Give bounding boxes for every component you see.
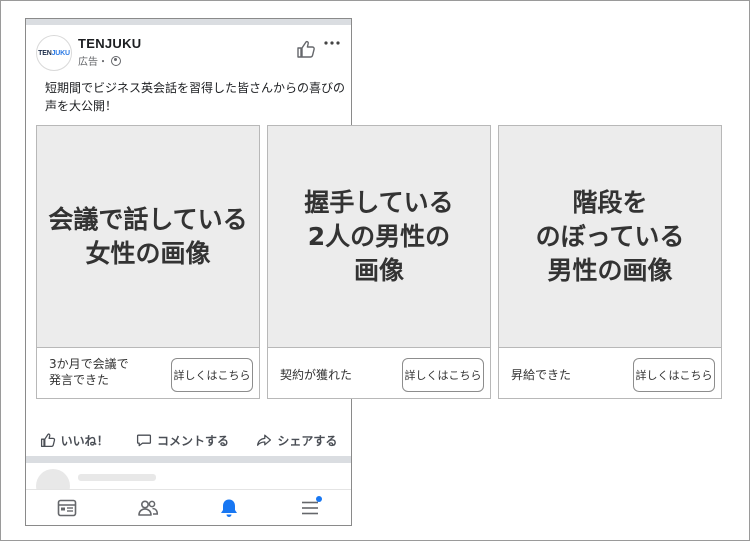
notification-dot bbox=[316, 496, 323, 502]
share-icon bbox=[257, 434, 272, 446]
globe-icon bbox=[111, 55, 121, 66]
comment-button[interactable]: コメントする bbox=[136, 432, 229, 449]
friends-icon bbox=[138, 500, 158, 516]
avatar[interactable]: TEN JUKU bbox=[36, 35, 72, 71]
nav-menu[interactable] bbox=[298, 496, 323, 520]
like-button[interactable]: いいね！ bbox=[40, 432, 109, 449]
card-image-text: 階段を のぼっている 男性の画像 bbox=[535, 187, 685, 285]
post-actions: いいね！ コメントする シェアする bbox=[26, 424, 351, 456]
brand-name[interactable]: TENJUKU bbox=[78, 36, 142, 51]
thumbs-up-icon[interactable] bbox=[296, 39, 316, 59]
top-divider bbox=[26, 19, 351, 25]
feed-divider bbox=[26, 456, 351, 463]
feed-icon bbox=[57, 499, 76, 517]
more-dots-icon[interactable] bbox=[323, 39, 341, 47]
share-button[interactable]: シェアする bbox=[256, 432, 337, 449]
bottom-nav bbox=[26, 489, 351, 525]
card-image-placeholder[interactable]: 握手している 2人の男性の 画像 bbox=[268, 126, 490, 348]
carousel-card[interactable]: 握手している 2人の男性の 画像 契約が獲れた 詳しくはこちら bbox=[267, 125, 491, 399]
learn-more-button[interactable]: 詳しくはこちら bbox=[402, 358, 484, 392]
avatar-text-a: TEN bbox=[38, 49, 52, 57]
share-label: シェアする bbox=[277, 433, 338, 448]
card-image-text: 会議で話している 女性の画像 bbox=[48, 204, 248, 268]
card-caption: 昇給できた bbox=[511, 368, 572, 382]
nav-feed[interactable] bbox=[55, 496, 79, 520]
card-caption: 契約が獲れた bbox=[280, 368, 353, 382]
nav-notifications[interactable] bbox=[217, 496, 241, 520]
learn-more-button[interactable]: 詳しくはこちら bbox=[171, 358, 253, 392]
comment-icon bbox=[136, 434, 152, 447]
sponsored-label: 広告・ bbox=[78, 57, 108, 68]
card-caption: 3か月で会議で 発言できた bbox=[49, 357, 129, 387]
bell-icon bbox=[221, 499, 238, 517]
post-meta: 広告・ bbox=[78, 53, 121, 68]
skeleton-line bbox=[78, 474, 156, 481]
like-label: いいね！ bbox=[60, 433, 109, 448]
avatar-text-b: JUKU bbox=[51, 49, 70, 57]
card-image-placeholder[interactable]: 会議で話している 女性の画像 bbox=[37, 126, 259, 348]
card-image-placeholder[interactable]: 階段を のぼっている 男性の画像 bbox=[499, 126, 721, 348]
thumbs-up-icon bbox=[40, 433, 55, 448]
post-body-text: 短期間でビジネス英会話を習得した皆さんからの喜びの声を大公開！ bbox=[45, 81, 346, 113]
learn-more-button[interactable]: 詳しくはこちら bbox=[633, 358, 715, 392]
nav-friends[interactable] bbox=[136, 496, 160, 520]
comment-label: コメントする bbox=[156, 433, 229, 448]
carousel-card[interactable]: 階段を のぼっている 男性の画像 昇給できた 詳しくはこちら bbox=[498, 125, 722, 399]
card-image-text: 握手している 2人の男性の 画像 bbox=[304, 187, 454, 285]
carousel-card[interactable]: 会議で話している 女性の画像 3か月で会議で 発言できた 詳しくはこちら bbox=[36, 125, 260, 399]
